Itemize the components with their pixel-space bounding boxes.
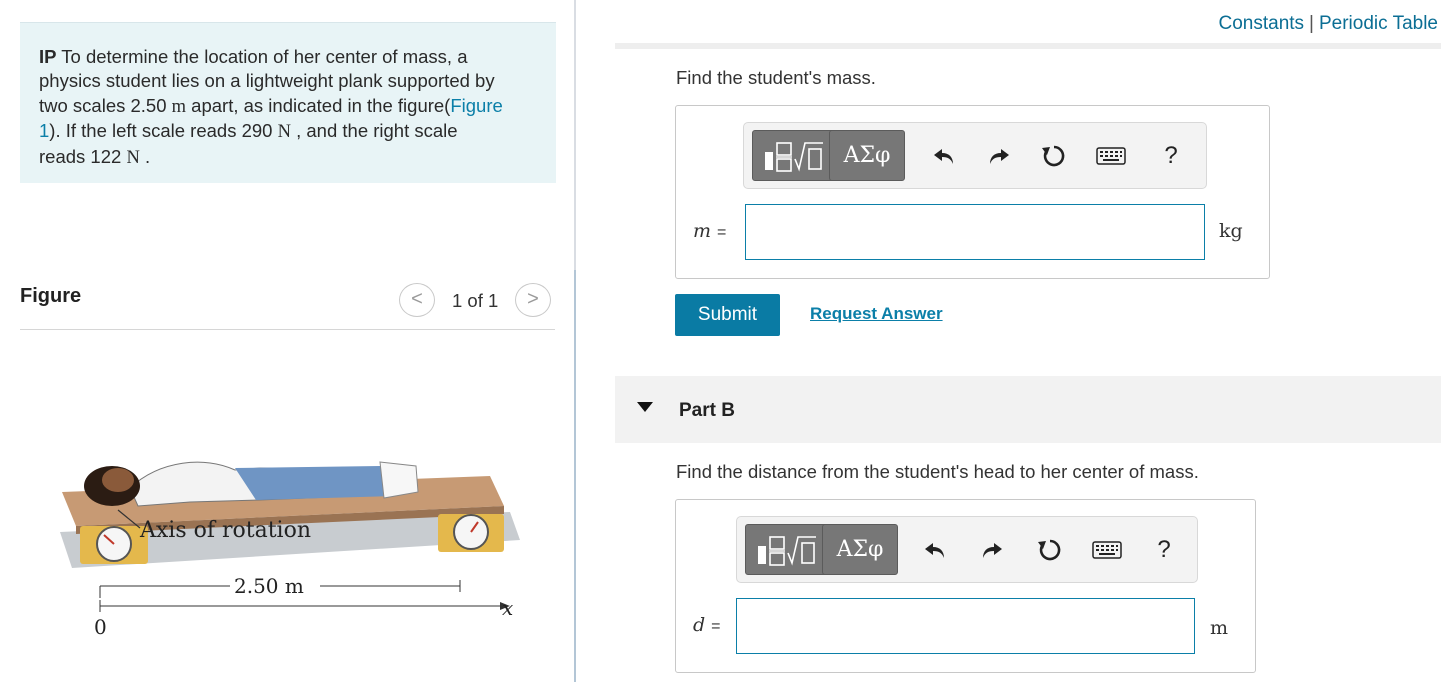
part-b-answer-input[interactable] bbox=[736, 598, 1195, 654]
submit-button[interactable]: Submit bbox=[675, 294, 780, 336]
x-axis-label: x bbox=[502, 596, 513, 620]
part-a-variable-label: m = bbox=[693, 220, 726, 242]
problem-line1: To determine the location of her center … bbox=[56, 46, 468, 67]
header-divider bbox=[615, 43, 1441, 49]
panel-divider bbox=[574, 0, 576, 682]
page: IP To determine the location of her cent… bbox=[0, 0, 1456, 682]
problem-line3a: two scales 2.50 bbox=[39, 94, 172, 116]
part-b-answer-box: ΑΣφ ? d = m bbox=[675, 499, 1256, 673]
figure-link[interactable]: Figure bbox=[450, 95, 502, 116]
reset-icon[interactable] bbox=[1039, 141, 1069, 171]
problem-statement: IP To determine the location of her cent… bbox=[20, 22, 556, 183]
undo-icon[interactable] bbox=[929, 141, 959, 171]
axis-of-rotation-label: Axis of rotation bbox=[139, 518, 311, 543]
part-a-equals: = bbox=[717, 224, 727, 241]
templates-button[interactable] bbox=[752, 130, 835, 181]
part-a-answer-input[interactable] bbox=[745, 204, 1205, 260]
part-a-answer-box: ΑΣφ ? m = kg bbox=[675, 105, 1270, 279]
top-links: Constants | Periodic Table bbox=[1219, 13, 1439, 35]
part-b-unit: m bbox=[1210, 617, 1229, 639]
part-b-math-toolbar: ΑΣφ ? bbox=[736, 516, 1198, 583]
help-button[interactable]: ? bbox=[1149, 535, 1179, 565]
figure-header: Figure < 1 of 1 > bbox=[20, 282, 555, 330]
student-face bbox=[102, 468, 134, 492]
problem-line4d: , and the right scale bbox=[290, 120, 458, 142]
greek-symbols-button[interactable]: ΑΣφ bbox=[822, 524, 898, 575]
help-button[interactable]: ? bbox=[1156, 141, 1186, 171]
keyboard-icon[interactable] bbox=[1092, 535, 1122, 565]
panel-divider-accent bbox=[574, 270, 576, 682]
problem-prefix: IP bbox=[39, 46, 57, 67]
keyboard-icon[interactable] bbox=[1096, 141, 1126, 171]
request-answer-link[interactable]: Request Answer bbox=[810, 304, 943, 324]
part-b-header[interactable]: Part B bbox=[615, 376, 1441, 443]
unit-newtons: N bbox=[277, 122, 291, 143]
links-separator: | bbox=[1309, 13, 1314, 34]
part-a-variable: m bbox=[693, 220, 712, 242]
part-b-prompt: Find the distance from the student's hea… bbox=[676, 461, 1199, 482]
origin-label: 0 bbox=[94, 615, 107, 639]
figure-pager-text: 1 of 1 bbox=[452, 290, 499, 311]
constants-link[interactable]: Constants bbox=[1219, 13, 1305, 34]
part-a-math-toolbar: ΑΣφ ? bbox=[743, 122, 1207, 189]
part-b-title: Part B bbox=[679, 400, 735, 421]
reset-icon[interactable] bbox=[1035, 535, 1065, 565]
templates-icon bbox=[757, 535, 816, 566]
greek-symbols-button[interactable]: ΑΣφ bbox=[829, 130, 905, 181]
next-figure-button[interactable]: > bbox=[515, 283, 551, 317]
problem-line5c: . bbox=[139, 145, 151, 167]
periodic-table-link[interactable]: Periodic Table bbox=[1319, 13, 1438, 34]
redo-icon[interactable] bbox=[977, 535, 1007, 565]
unit-newtons-2: N bbox=[126, 147, 140, 168]
problem-line5a: reads 122 bbox=[39, 145, 127, 167]
redo-icon[interactable] bbox=[984, 141, 1014, 171]
student-shoes bbox=[379, 461, 419, 499]
problem-line4b: ). If the left scale reads 290 bbox=[49, 120, 278, 142]
unit-meters: m bbox=[171, 96, 187, 117]
templates-icon bbox=[764, 141, 823, 172]
part-a-prompt: Find the student's mass. bbox=[676, 67, 876, 88]
plank-on-scales-illustration: Axis of rotation 2.50 m 0 x bbox=[60, 461, 520, 639]
figure-link-number[interactable]: 1 bbox=[39, 120, 49, 141]
collapse-caret-icon bbox=[637, 402, 653, 412]
student-jeans bbox=[235, 466, 396, 500]
part-a-unit: kg bbox=[1219, 220, 1243, 242]
part-b-equals: = bbox=[711, 618, 721, 635]
problem-line2: physics student lies on a lightweight pl… bbox=[39, 70, 495, 92]
part-b-variable-label: d = bbox=[693, 614, 721, 636]
distance-label: 2.50 m bbox=[234, 574, 304, 598]
templates-button[interactable] bbox=[745, 524, 828, 575]
figure-title: Figure bbox=[20, 285, 82, 307]
figure-illustration: Axis of rotation 2.50 m 0 x bbox=[20, 440, 555, 660]
problem-line3c: apart, as indicated in the figure( bbox=[186, 94, 451, 116]
part-b-variable: d bbox=[693, 614, 706, 636]
undo-icon[interactable] bbox=[920, 535, 950, 565]
previous-figure-button[interactable]: < bbox=[399, 283, 435, 317]
